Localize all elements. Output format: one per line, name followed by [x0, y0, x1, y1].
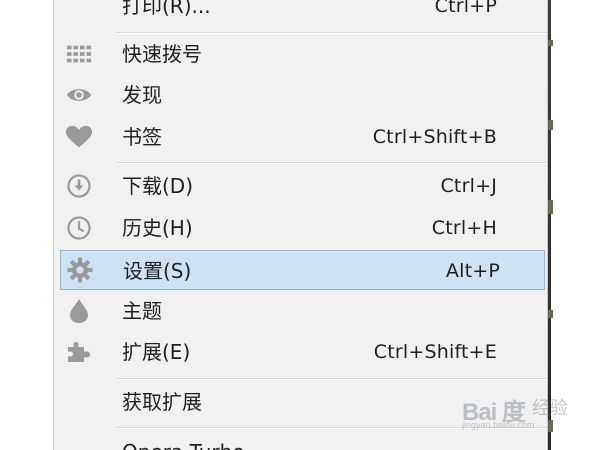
clock-icon [66, 216, 92, 240]
menu-item-shortcut: Ctrl+J [440, 175, 497, 197]
menu-item-shortcut: Ctrl+Shift+E [373, 341, 497, 363]
droplet-icon [66, 299, 92, 323]
gear-icon [67, 257, 93, 283]
menu-item-discover[interactable]: 发现 [54, 77, 547, 113]
menu-item-shortcut: Ctrl+P [434, 0, 497, 17]
heart-icon [66, 125, 92, 149]
menu-item-shortcut: Alt+P [445, 260, 500, 282]
menu-item-shortcut: Ctrl+H [431, 217, 497, 239]
menu-item-label: 主题 [122, 299, 162, 323]
eye-icon [66, 83, 92, 107]
menu-item-history[interactable]: 历史(H) Ctrl+H [54, 210, 547, 246]
menu-item-label: 下载(D) [122, 174, 194, 198]
menu-item-themes[interactable]: 主题 [54, 293, 547, 329]
menu-separator [116, 32, 547, 34]
menu-item-label: 获取扩展 [122, 390, 202, 414]
menu-item-label: Opera Turbo [122, 434, 245, 450]
menu-item-label: 发现 [122, 83, 162, 107]
download-icon [66, 174, 92, 198]
menu-item-speed-dial[interactable]: 快速拨号 [54, 36, 547, 72]
background-left [0, 0, 53, 450]
screenshot-stage: 打印(R)... Ctrl+P 快速拨号 发现 书签 Ctrl+Shift+B … [0, 0, 600, 450]
menu-item-downloads[interactable]: 下载(D) Ctrl+J [54, 168, 547, 204]
menu-item-label: 书签 [122, 125, 162, 149]
menu-item-label: 打印(R)... [122, 0, 211, 18]
background-right [548, 0, 600, 450]
menu-separator [116, 378, 547, 380]
main-menu: 打印(R)... Ctrl+P 快速拨号 发现 书签 Ctrl+Shift+B … [53, 0, 548, 450]
menu-separator [116, 162, 547, 164]
grid-icon [66, 42, 92, 66]
puzzle-icon [66, 340, 92, 364]
menu-item-print[interactable]: 打印(R)... Ctrl+P [54, 0, 547, 24]
menu-item-settings[interactable]: 设置(S) Alt+P [60, 250, 545, 290]
menu-item-extensions[interactable]: 扩展(E) Ctrl+Shift+E [54, 334, 547, 370]
menu-item-label: 快速拨号 [122, 42, 202, 66]
baidu-watermark: Bai 度 经验 jingyan.baidu.com [462, 386, 582, 430]
watermark-url: jingyan.baidu.com [462, 420, 535, 430]
menu-item-shortcut: Ctrl+Shift+B [372, 126, 497, 148]
menu-item-label: 扩展(E) [122, 340, 191, 364]
window-edge-detail [548, 0, 553, 450]
menu-item-opera-turbo[interactable]: Opera Turbo [54, 434, 547, 450]
watermark-text: 经验 [532, 398, 568, 419]
menu-item-bookmarks[interactable]: 书签 Ctrl+Shift+B [54, 119, 547, 155]
menu-item-label: 历史(H) [122, 216, 193, 240]
menu-item-label: 设置(S) [123, 259, 192, 283]
